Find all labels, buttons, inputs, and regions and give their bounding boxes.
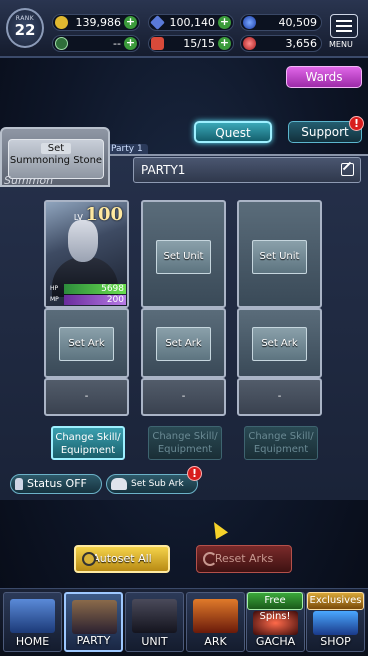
gems-value: 100,140 [169,16,216,29]
reset-label: Reset Arks [214,552,274,565]
key-icon [55,37,68,50]
nav-ark[interactable]: ARK [186,592,245,652]
mp-bar: MP 200 [50,295,126,305]
stamina-counter: 15/15 + [148,35,234,52]
wards-button[interactable]: Wards [286,66,362,88]
pointer-cursor-icon [207,518,229,540]
sub-ark-slot[interactable]: - [44,378,129,416]
sub-ark-value: - [181,391,186,402]
hp-bar: HP 5698 [50,284,126,294]
exclusives-banner: Exclusives [307,592,364,610]
set-sub-ark-button[interactable]: Set Sub Ark [106,474,198,494]
set-ark-button[interactable]: Set Ark [156,327,211,361]
rank-badge[interactable]: RANK 22 [6,8,44,48]
free-spins-banner: Free Spins! [247,592,303,622]
unit-card[interactable]: Set Unit [141,200,226,308]
level-value: 100 [85,204,123,225]
sub-ark-slot[interactable]: - [141,378,226,416]
summon-tab-label: Summon [4,174,54,187]
gear-icon [82,552,96,566]
unit-level: LV 100 [73,204,123,225]
nav-home[interactable]: HOME [3,592,62,652]
edit-icon[interactable] [341,163,354,176]
unit-card[interactable]: Set Unit [237,200,322,308]
rank-value: 22 [14,21,36,39]
party-icon [72,600,117,634]
menu-button[interactable] [330,14,358,38]
status-label: Status OFF [27,477,87,490]
sub-ark-value: - [277,391,282,402]
red-orb-counter: 3,656 [240,35,322,52]
item-counter: -- + [52,35,140,52]
set-unit-button[interactable]: Set Unit [156,240,211,274]
hp-value: 5698 [101,284,124,294]
summoning-stone-label: Summoning Stone [9,155,103,166]
ark-icon [193,599,238,633]
red-orb-value: 3,656 [285,37,318,50]
item-value: -- [113,37,121,50]
autoset-label: Autoset All [92,552,152,565]
party-tab[interactable]: Party 1 [106,144,148,154]
hamburger-icon [336,20,352,22]
change-skill-equipment-button[interactable]: Change Skill/ Equipment [148,426,222,460]
sub-ark-alert-badge: ! [187,466,202,481]
add-gil-icon[interactable]: + [124,16,137,29]
ark-card[interactable]: Set Ark [237,308,322,378]
menu-label: MENU [329,40,353,49]
nav-party[interactable]: PARTY [64,592,123,652]
sub-ark-value: - [84,391,89,402]
nav-unit[interactable]: UNIT [125,592,184,652]
reset-arks-button[interactable]: Reset Arks [196,545,292,573]
status-toggle[interactable]: Status OFF [10,474,102,494]
stamina-value: 15/15 [183,37,215,50]
red-orb-icon [243,37,256,50]
gem-icon [150,15,165,30]
set-summoning-stone-button[interactable]: Set Summoning Stone [8,139,104,179]
stamina-icon [151,37,164,50]
unit-card[interactable]: LV 100 HP 5698 MP 200 [44,200,129,308]
sub-ark-label: Set Sub Ark [131,479,184,489]
quest-button[interactable]: Quest [194,121,272,143]
set-ark-button[interactable]: Set Ark [252,327,307,361]
shop-icon [313,611,358,635]
set-unit-button[interactable]: Set Unit [252,240,307,274]
unit-icon [132,599,177,633]
gil-coin-icon [55,16,68,29]
gil-value: 139,986 [75,16,122,29]
status-icon [15,478,23,490]
mp-value: 200 [106,295,124,305]
add-gems-icon[interactable]: + [218,16,231,29]
change-skill-equipment-button[interactable]: Change Skill/ Equipment [51,426,125,460]
set-ark-button[interactable]: Set Ark [59,327,114,361]
sub-ark-slot[interactable]: - [237,378,322,416]
ark-card[interactable]: Set Ark [141,308,226,378]
reset-icon [203,552,217,566]
home-icon [10,599,55,633]
blue-orb-value: 40,509 [278,16,318,29]
add-stamina-icon[interactable]: + [218,37,231,50]
sub-ark-icon [111,478,127,490]
set-label: Set [41,143,71,154]
add-item-icon[interactable]: + [124,37,137,50]
gems-counter: 100,140 + [148,14,234,31]
party-name: PARTY1 [141,163,186,177]
gil-counter: 139,986 + [52,14,140,31]
change-skill-equipment-button[interactable]: Change Skill/ Equipment [244,426,318,460]
blue-orb-counter: 40,509 [240,14,322,31]
ark-card[interactable]: Set Ark [44,308,129,378]
autoset-all-button[interactable]: Autoset All [74,545,170,573]
party-name-bar[interactable]: PARTY1 [133,157,361,183]
blue-orb-icon [243,16,256,29]
support-alert-badge: ! [349,116,364,131]
